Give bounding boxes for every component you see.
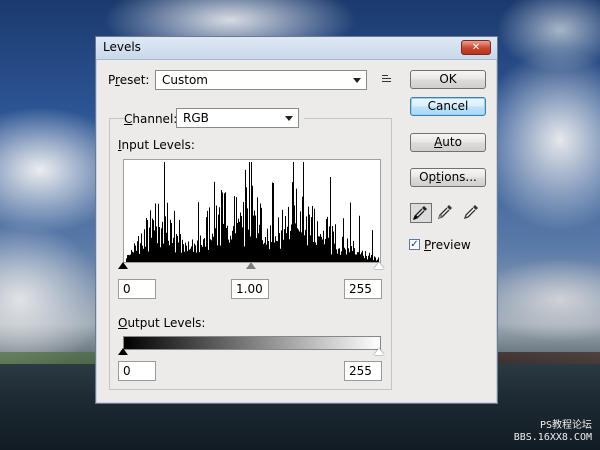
chevron-down-icon: [285, 116, 293, 121]
checkmark-icon: ✓: [410, 239, 419, 250]
histogram-graph: [126, 162, 379, 262]
channel-value: RGB: [183, 111, 209, 125]
chevron-down-icon: [353, 78, 361, 83]
white-eyedropper-icon: [463, 205, 478, 220]
window-title: Levels: [103, 40, 141, 54]
channel-label: Channel:: [124, 112, 178, 126]
preset-value: Custom: [162, 73, 208, 87]
watermark-line2: BBS.16XX8.COM: [513, 432, 592, 443]
input-levels-label: Input Levels:: [118, 138, 195, 152]
close-button[interactable]: ✕: [461, 40, 491, 55]
watermark-line1: PS教程论坛: [539, 420, 592, 431]
input-white-slider[interactable]: [374, 262, 384, 269]
title-bar[interactable]: Levels ✕: [96, 37, 497, 60]
ok-button[interactable]: OK: [410, 70, 486, 89]
output-white-slider[interactable]: [374, 348, 384, 355]
black-eyedropper-icon: [412, 206, 427, 221]
output-white-field[interactable]: 255: [344, 361, 382, 381]
input-gamma-slider[interactable]: [246, 262, 256, 269]
gray-eyedropper-button[interactable]: [436, 203, 458, 223]
cancel-button[interactable]: Cancel: [410, 97, 486, 116]
options-button[interactable]: Options...: [410, 168, 486, 187]
auto-button[interactable]: Auto: [410, 133, 486, 152]
close-icon: ✕: [471, 42, 481, 53]
histogram: [123, 159, 381, 263]
white-eyedropper-button[interactable]: [462, 203, 484, 223]
input-black-field[interactable]: 0: [118, 279, 156, 299]
watermark: PS教程论坛 BBS.16XX8.COM: [514, 420, 592, 444]
output-levels-label: Output Levels:: [118, 316, 206, 330]
preview-label[interactable]: Preview: [424, 238, 471, 252]
menu-icon[interactable]: [379, 73, 391, 83]
black-eyedropper-button[interactable]: [410, 203, 432, 223]
levels-dialog: Levels ✕ Preset: Custom Channel: RGB Inp…: [95, 36, 498, 404]
preset-dropdown[interactable]: Custom: [155, 70, 367, 90]
input-black-slider[interactable]: [118, 262, 128, 269]
preview-checkbox[interactable]: ✓: [409, 239, 420, 250]
output-black-slider[interactable]: [118, 348, 128, 355]
output-black-field[interactable]: 0: [118, 361, 156, 381]
gray-eyedropper-icon: [437, 205, 452, 220]
input-white-field[interactable]: 255: [344, 279, 382, 299]
channel-dropdown[interactable]: RGB: [176, 108, 299, 128]
input-gamma-field[interactable]: 1.00: [231, 279, 269, 299]
preset-label: Preset:: [108, 73, 150, 87]
output-gradient-bar: [123, 336, 381, 350]
